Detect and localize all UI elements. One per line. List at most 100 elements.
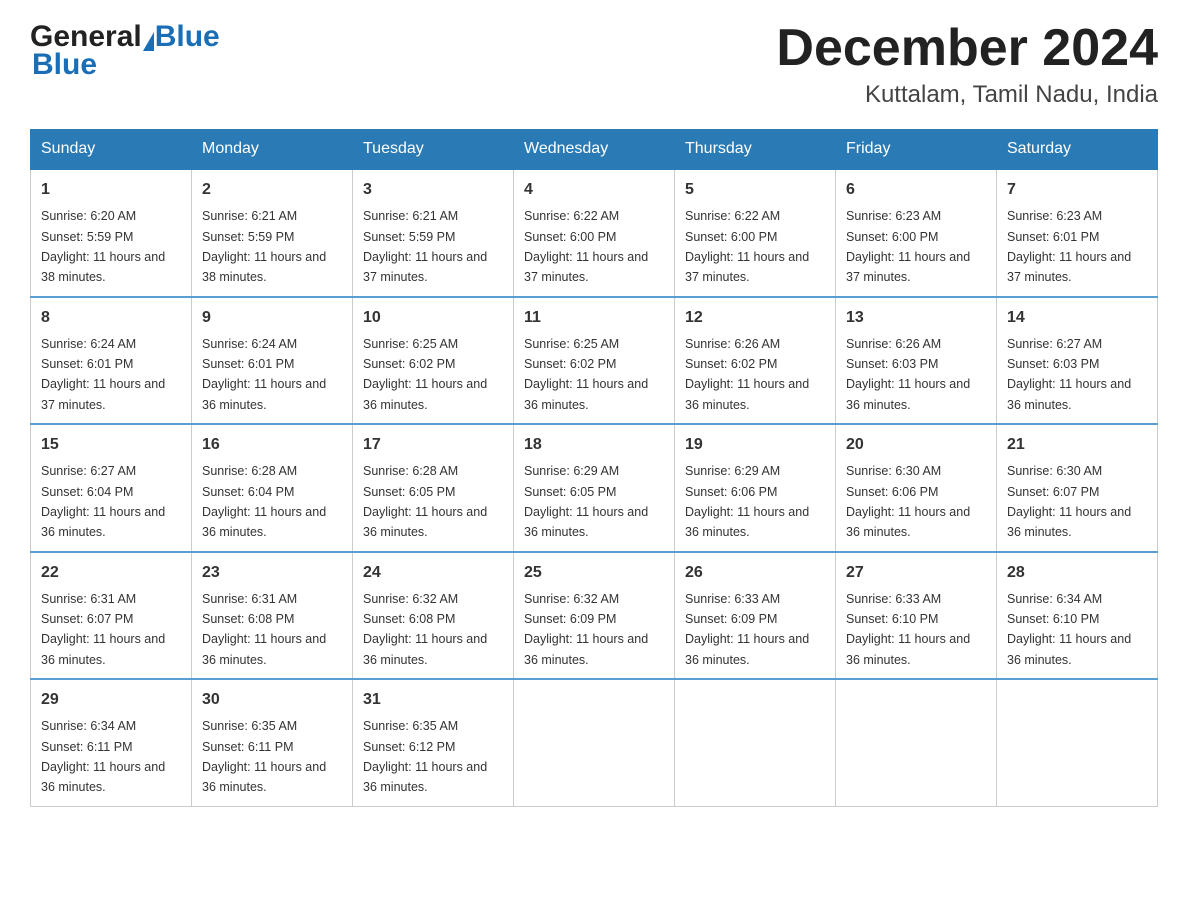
- day-number: 31: [363, 688, 503, 712]
- day-info: Sunrise: 6:31 AMSunset: 6:08 PMDaylight:…: [202, 592, 326, 667]
- day-info: Sunrise: 6:30 AMSunset: 6:07 PMDaylight:…: [1007, 464, 1131, 539]
- calendar-day-cell: 23 Sunrise: 6:31 AMSunset: 6:08 PMDaylig…: [192, 552, 353, 680]
- col-tuesday: Tuesday: [353, 130, 514, 170]
- col-friday: Friday: [836, 130, 997, 170]
- calendar-day-cell: [514, 679, 675, 806]
- calendar-day-cell: 3 Sunrise: 6:21 AMSunset: 5:59 PMDayligh…: [353, 169, 514, 297]
- day-info: Sunrise: 6:23 AMSunset: 6:00 PMDaylight:…: [846, 209, 970, 284]
- calendar-day-cell: 18 Sunrise: 6:29 AMSunset: 6:05 PMDaylig…: [514, 424, 675, 552]
- day-info: Sunrise: 6:33 AMSunset: 6:09 PMDaylight:…: [685, 592, 809, 667]
- calendar-day-cell: 31 Sunrise: 6:35 AMSunset: 6:12 PMDaylig…: [353, 679, 514, 806]
- day-number: 26: [685, 561, 825, 585]
- day-info: Sunrise: 6:35 AMSunset: 6:12 PMDaylight:…: [363, 719, 487, 794]
- calendar-day-cell: 13 Sunrise: 6:26 AMSunset: 6:03 PMDaylig…: [836, 297, 997, 425]
- day-info: Sunrise: 6:25 AMSunset: 6:02 PMDaylight:…: [363, 337, 487, 412]
- calendar-day-cell: 10 Sunrise: 6:25 AMSunset: 6:02 PMDaylig…: [353, 297, 514, 425]
- day-number: 12: [685, 306, 825, 330]
- calendar-week-row: 29 Sunrise: 6:34 AMSunset: 6:11 PMDaylig…: [31, 679, 1158, 806]
- day-info: Sunrise: 6:26 AMSunset: 6:03 PMDaylight:…: [846, 337, 970, 412]
- day-number: 5: [685, 178, 825, 202]
- calendar-day-cell: 30 Sunrise: 6:35 AMSunset: 6:11 PMDaylig…: [192, 679, 353, 806]
- day-info: Sunrise: 6:34 AMSunset: 6:10 PMDaylight:…: [1007, 592, 1131, 667]
- calendar-day-cell: 7 Sunrise: 6:23 AMSunset: 6:01 PMDayligh…: [997, 169, 1158, 297]
- col-thursday: Thursday: [675, 130, 836, 170]
- day-number: 22: [41, 561, 181, 585]
- logo: GeneralBlue Blue: [30, 20, 220, 82]
- day-info: Sunrise: 6:23 AMSunset: 6:01 PMDaylight:…: [1007, 209, 1131, 284]
- calendar-day-cell: 24 Sunrise: 6:32 AMSunset: 6:08 PMDaylig…: [353, 552, 514, 680]
- calendar-day-cell: 27 Sunrise: 6:33 AMSunset: 6:10 PMDaylig…: [836, 552, 997, 680]
- day-number: 6: [846, 178, 986, 202]
- day-number: 24: [363, 561, 503, 585]
- calendar-day-cell: 16 Sunrise: 6:28 AMSunset: 6:04 PMDaylig…: [192, 424, 353, 552]
- day-info: Sunrise: 6:31 AMSunset: 6:07 PMDaylight:…: [41, 592, 165, 667]
- day-number: 28: [1007, 561, 1147, 585]
- calendar-day-cell: 12 Sunrise: 6:26 AMSunset: 6:02 PMDaylig…: [675, 297, 836, 425]
- calendar-day-cell: 28 Sunrise: 6:34 AMSunset: 6:10 PMDaylig…: [997, 552, 1158, 680]
- title-area: December 2024 Kuttalam, Tamil Nadu, Indi…: [776, 20, 1158, 109]
- calendar-day-cell: 21 Sunrise: 6:30 AMSunset: 6:07 PMDaylig…: [997, 424, 1158, 552]
- day-number: 30: [202, 688, 342, 712]
- day-info: Sunrise: 6:27 AMSunset: 6:04 PMDaylight:…: [41, 464, 165, 539]
- day-number: 11: [524, 306, 664, 330]
- day-number: 4: [524, 178, 664, 202]
- day-number: 29: [41, 688, 181, 712]
- calendar-day-cell: 1 Sunrise: 6:20 AMSunset: 5:59 PMDayligh…: [31, 169, 192, 297]
- calendar-week-row: 15 Sunrise: 6:27 AMSunset: 6:04 PMDaylig…: [31, 424, 1158, 552]
- calendar-day-cell: 11 Sunrise: 6:25 AMSunset: 6:02 PMDaylig…: [514, 297, 675, 425]
- day-info: Sunrise: 6:28 AMSunset: 6:04 PMDaylight:…: [202, 464, 326, 539]
- calendar-day-cell: 15 Sunrise: 6:27 AMSunset: 6:04 PMDaylig…: [31, 424, 192, 552]
- calendar-day-cell: 22 Sunrise: 6:31 AMSunset: 6:07 PMDaylig…: [31, 552, 192, 680]
- day-number: 8: [41, 306, 181, 330]
- day-number: 1: [41, 178, 181, 202]
- calendar-week-row: 22 Sunrise: 6:31 AMSunset: 6:07 PMDaylig…: [31, 552, 1158, 680]
- col-monday: Monday: [192, 130, 353, 170]
- page-header: GeneralBlue Blue December 2024 Kuttalam,…: [30, 20, 1158, 109]
- day-number: 21: [1007, 433, 1147, 457]
- day-number: 2: [202, 178, 342, 202]
- calendar-day-cell: 25 Sunrise: 6:32 AMSunset: 6:09 PMDaylig…: [514, 552, 675, 680]
- calendar-day-cell: 4 Sunrise: 6:22 AMSunset: 6:00 PMDayligh…: [514, 169, 675, 297]
- logo-blue-underline: Blue: [30, 48, 97, 82]
- day-info: Sunrise: 6:29 AMSunset: 6:05 PMDaylight:…: [524, 464, 648, 539]
- day-number: 13: [846, 306, 986, 330]
- calendar-day-cell: [675, 679, 836, 806]
- day-number: 20: [846, 433, 986, 457]
- calendar-day-cell: 14 Sunrise: 6:27 AMSunset: 6:03 PMDaylig…: [997, 297, 1158, 425]
- day-info: Sunrise: 6:34 AMSunset: 6:11 PMDaylight:…: [41, 719, 165, 794]
- calendar-day-cell: 20 Sunrise: 6:30 AMSunset: 6:06 PMDaylig…: [836, 424, 997, 552]
- day-info: Sunrise: 6:21 AMSunset: 5:59 PMDaylight:…: [363, 209, 487, 284]
- calendar-day-cell: 29 Sunrise: 6:34 AMSunset: 6:11 PMDaylig…: [31, 679, 192, 806]
- logo-arrow-icon: [143, 32, 154, 51]
- calendar-table: Sunday Monday Tuesday Wednesday Thursday…: [30, 129, 1158, 807]
- day-number: 15: [41, 433, 181, 457]
- col-saturday: Saturday: [997, 130, 1158, 170]
- calendar-day-cell: 2 Sunrise: 6:21 AMSunset: 5:59 PMDayligh…: [192, 169, 353, 297]
- day-info: Sunrise: 6:21 AMSunset: 5:59 PMDaylight:…: [202, 209, 326, 284]
- day-info: Sunrise: 6:27 AMSunset: 6:03 PMDaylight:…: [1007, 337, 1131, 412]
- day-info: Sunrise: 6:24 AMSunset: 6:01 PMDaylight:…: [202, 337, 326, 412]
- calendar-day-cell: 6 Sunrise: 6:23 AMSunset: 6:00 PMDayligh…: [836, 169, 997, 297]
- day-info: Sunrise: 6:25 AMSunset: 6:02 PMDaylight:…: [524, 337, 648, 412]
- calendar-week-row: 1 Sunrise: 6:20 AMSunset: 5:59 PMDayligh…: [31, 169, 1158, 297]
- day-number: 10: [363, 306, 503, 330]
- day-number: 16: [202, 433, 342, 457]
- day-number: 18: [524, 433, 664, 457]
- day-info: Sunrise: 6:30 AMSunset: 6:06 PMDaylight:…: [846, 464, 970, 539]
- day-info: Sunrise: 6:26 AMSunset: 6:02 PMDaylight:…: [685, 337, 809, 412]
- calendar-week-row: 8 Sunrise: 6:24 AMSunset: 6:01 PMDayligh…: [31, 297, 1158, 425]
- calendar-day-cell: 5 Sunrise: 6:22 AMSunset: 6:00 PMDayligh…: [675, 169, 836, 297]
- day-number: 23: [202, 561, 342, 585]
- calendar-day-cell: 9 Sunrise: 6:24 AMSunset: 6:01 PMDayligh…: [192, 297, 353, 425]
- calendar-day-cell: 26 Sunrise: 6:33 AMSunset: 6:09 PMDaylig…: [675, 552, 836, 680]
- day-info: Sunrise: 6:32 AMSunset: 6:08 PMDaylight:…: [363, 592, 487, 667]
- calendar-day-cell: 17 Sunrise: 6:28 AMSunset: 6:05 PMDaylig…: [353, 424, 514, 552]
- calendar-header-row: Sunday Monday Tuesday Wednesday Thursday…: [31, 130, 1158, 170]
- calendar-day-cell: 8 Sunrise: 6:24 AMSunset: 6:01 PMDayligh…: [31, 297, 192, 425]
- col-sunday: Sunday: [31, 130, 192, 170]
- calendar-day-cell: [836, 679, 997, 806]
- calendar-day-cell: 19 Sunrise: 6:29 AMSunset: 6:06 PMDaylig…: [675, 424, 836, 552]
- day-info: Sunrise: 6:32 AMSunset: 6:09 PMDaylight:…: [524, 592, 648, 667]
- month-title: December 2024: [776, 20, 1158, 77]
- day-info: Sunrise: 6:35 AMSunset: 6:11 PMDaylight:…: [202, 719, 326, 794]
